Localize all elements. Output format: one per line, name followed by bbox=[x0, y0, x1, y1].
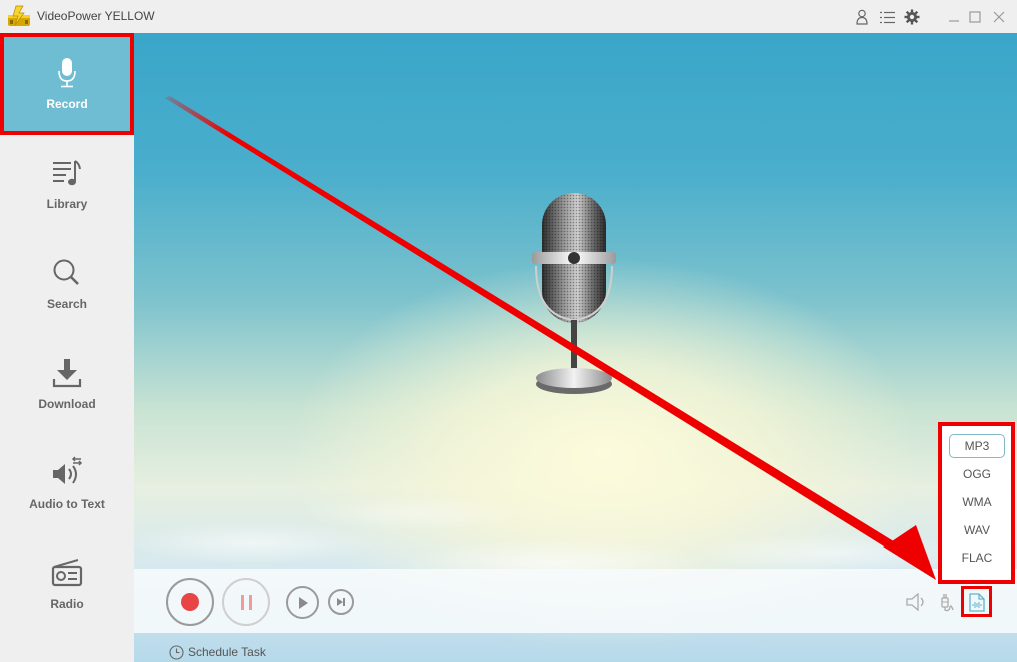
play-icon bbox=[298, 596, 308, 609]
music-list-icon bbox=[47, 153, 87, 193]
record-button[interactable] bbox=[166, 578, 214, 626]
maximize-icon[interactable] bbox=[966, 8, 984, 26]
sidebar-item-label: Radio bbox=[50, 597, 84, 611]
audio-format-icon[interactable] bbox=[966, 591, 988, 613]
format-option-wav[interactable]: WAV bbox=[949, 518, 1005, 542]
settings-gear-icon[interactable] bbox=[903, 8, 921, 26]
record-icon bbox=[181, 593, 199, 611]
title-bar: VideoPower YELLOW bbox=[0, 0, 1017, 33]
clock-icon bbox=[169, 644, 184, 660]
sidebar-item-label: Download bbox=[38, 397, 96, 411]
pause-button[interactable] bbox=[222, 578, 270, 626]
app-title: VideoPower YELLOW bbox=[37, 9, 155, 23]
play-button[interactable] bbox=[286, 586, 319, 619]
schedule-task-button[interactable]: Schedule Task bbox=[169, 643, 266, 661]
sidebar-item-label: Library bbox=[46, 197, 88, 211]
search-icon bbox=[47, 253, 87, 293]
sidebar-item-label: Search bbox=[46, 297, 88, 311]
close-icon[interactable] bbox=[990, 8, 1008, 26]
minimize-icon[interactable] bbox=[945, 8, 963, 26]
audio-source-plug-icon[interactable] bbox=[937, 591, 959, 613]
skip-next-icon bbox=[337, 598, 345, 606]
format-option-wma[interactable]: WMA bbox=[949, 490, 1005, 514]
sidebar-item-label: Record bbox=[46, 97, 88, 111]
playback-control-bar bbox=[134, 569, 1017, 633]
skip-next-button[interactable] bbox=[328, 589, 354, 615]
schedule-task-label: Schedule Task bbox=[188, 645, 266, 659]
sidebar-item-audio-to-text[interactable]: Audio to Text bbox=[0, 433, 134, 533]
format-option-mp3[interactable]: MP3 bbox=[949, 434, 1005, 458]
microphone-icon bbox=[47, 53, 87, 93]
volume-icon[interactable] bbox=[906, 591, 928, 613]
menu-list-icon[interactable] bbox=[878, 8, 896, 26]
audio-format-menu: MP3 OGG WMA WAV FLAC bbox=[938, 422, 1015, 584]
sidebar-item-record[interactable]: Record bbox=[0, 33, 134, 133]
sidebar-item-radio[interactable]: Radio bbox=[0, 533, 134, 633]
sidebar: Record Library Search Download Audio to … bbox=[0, 33, 134, 662]
sidebar-item-download[interactable]: Download bbox=[0, 333, 134, 433]
format-option-ogg[interactable]: OGG bbox=[949, 462, 1005, 486]
download-icon bbox=[47, 353, 87, 393]
studio-microphone-icon bbox=[532, 193, 616, 394]
sidebar-item-label: Audio to Text bbox=[29, 497, 105, 511]
main-record-panel: Schedule Task bbox=[134, 33, 1017, 662]
sidebar-item-search[interactable]: Search bbox=[0, 233, 134, 333]
account-icon[interactable] bbox=[853, 8, 871, 26]
pause-icon bbox=[240, 594, 252, 610]
app-logo-icon bbox=[8, 5, 30, 26]
format-option-flac[interactable]: FLAC bbox=[949, 546, 1005, 570]
radio-icon bbox=[47, 553, 87, 593]
speaker-convert-icon bbox=[47, 453, 87, 493]
sidebar-item-library[interactable]: Library bbox=[0, 133, 134, 233]
